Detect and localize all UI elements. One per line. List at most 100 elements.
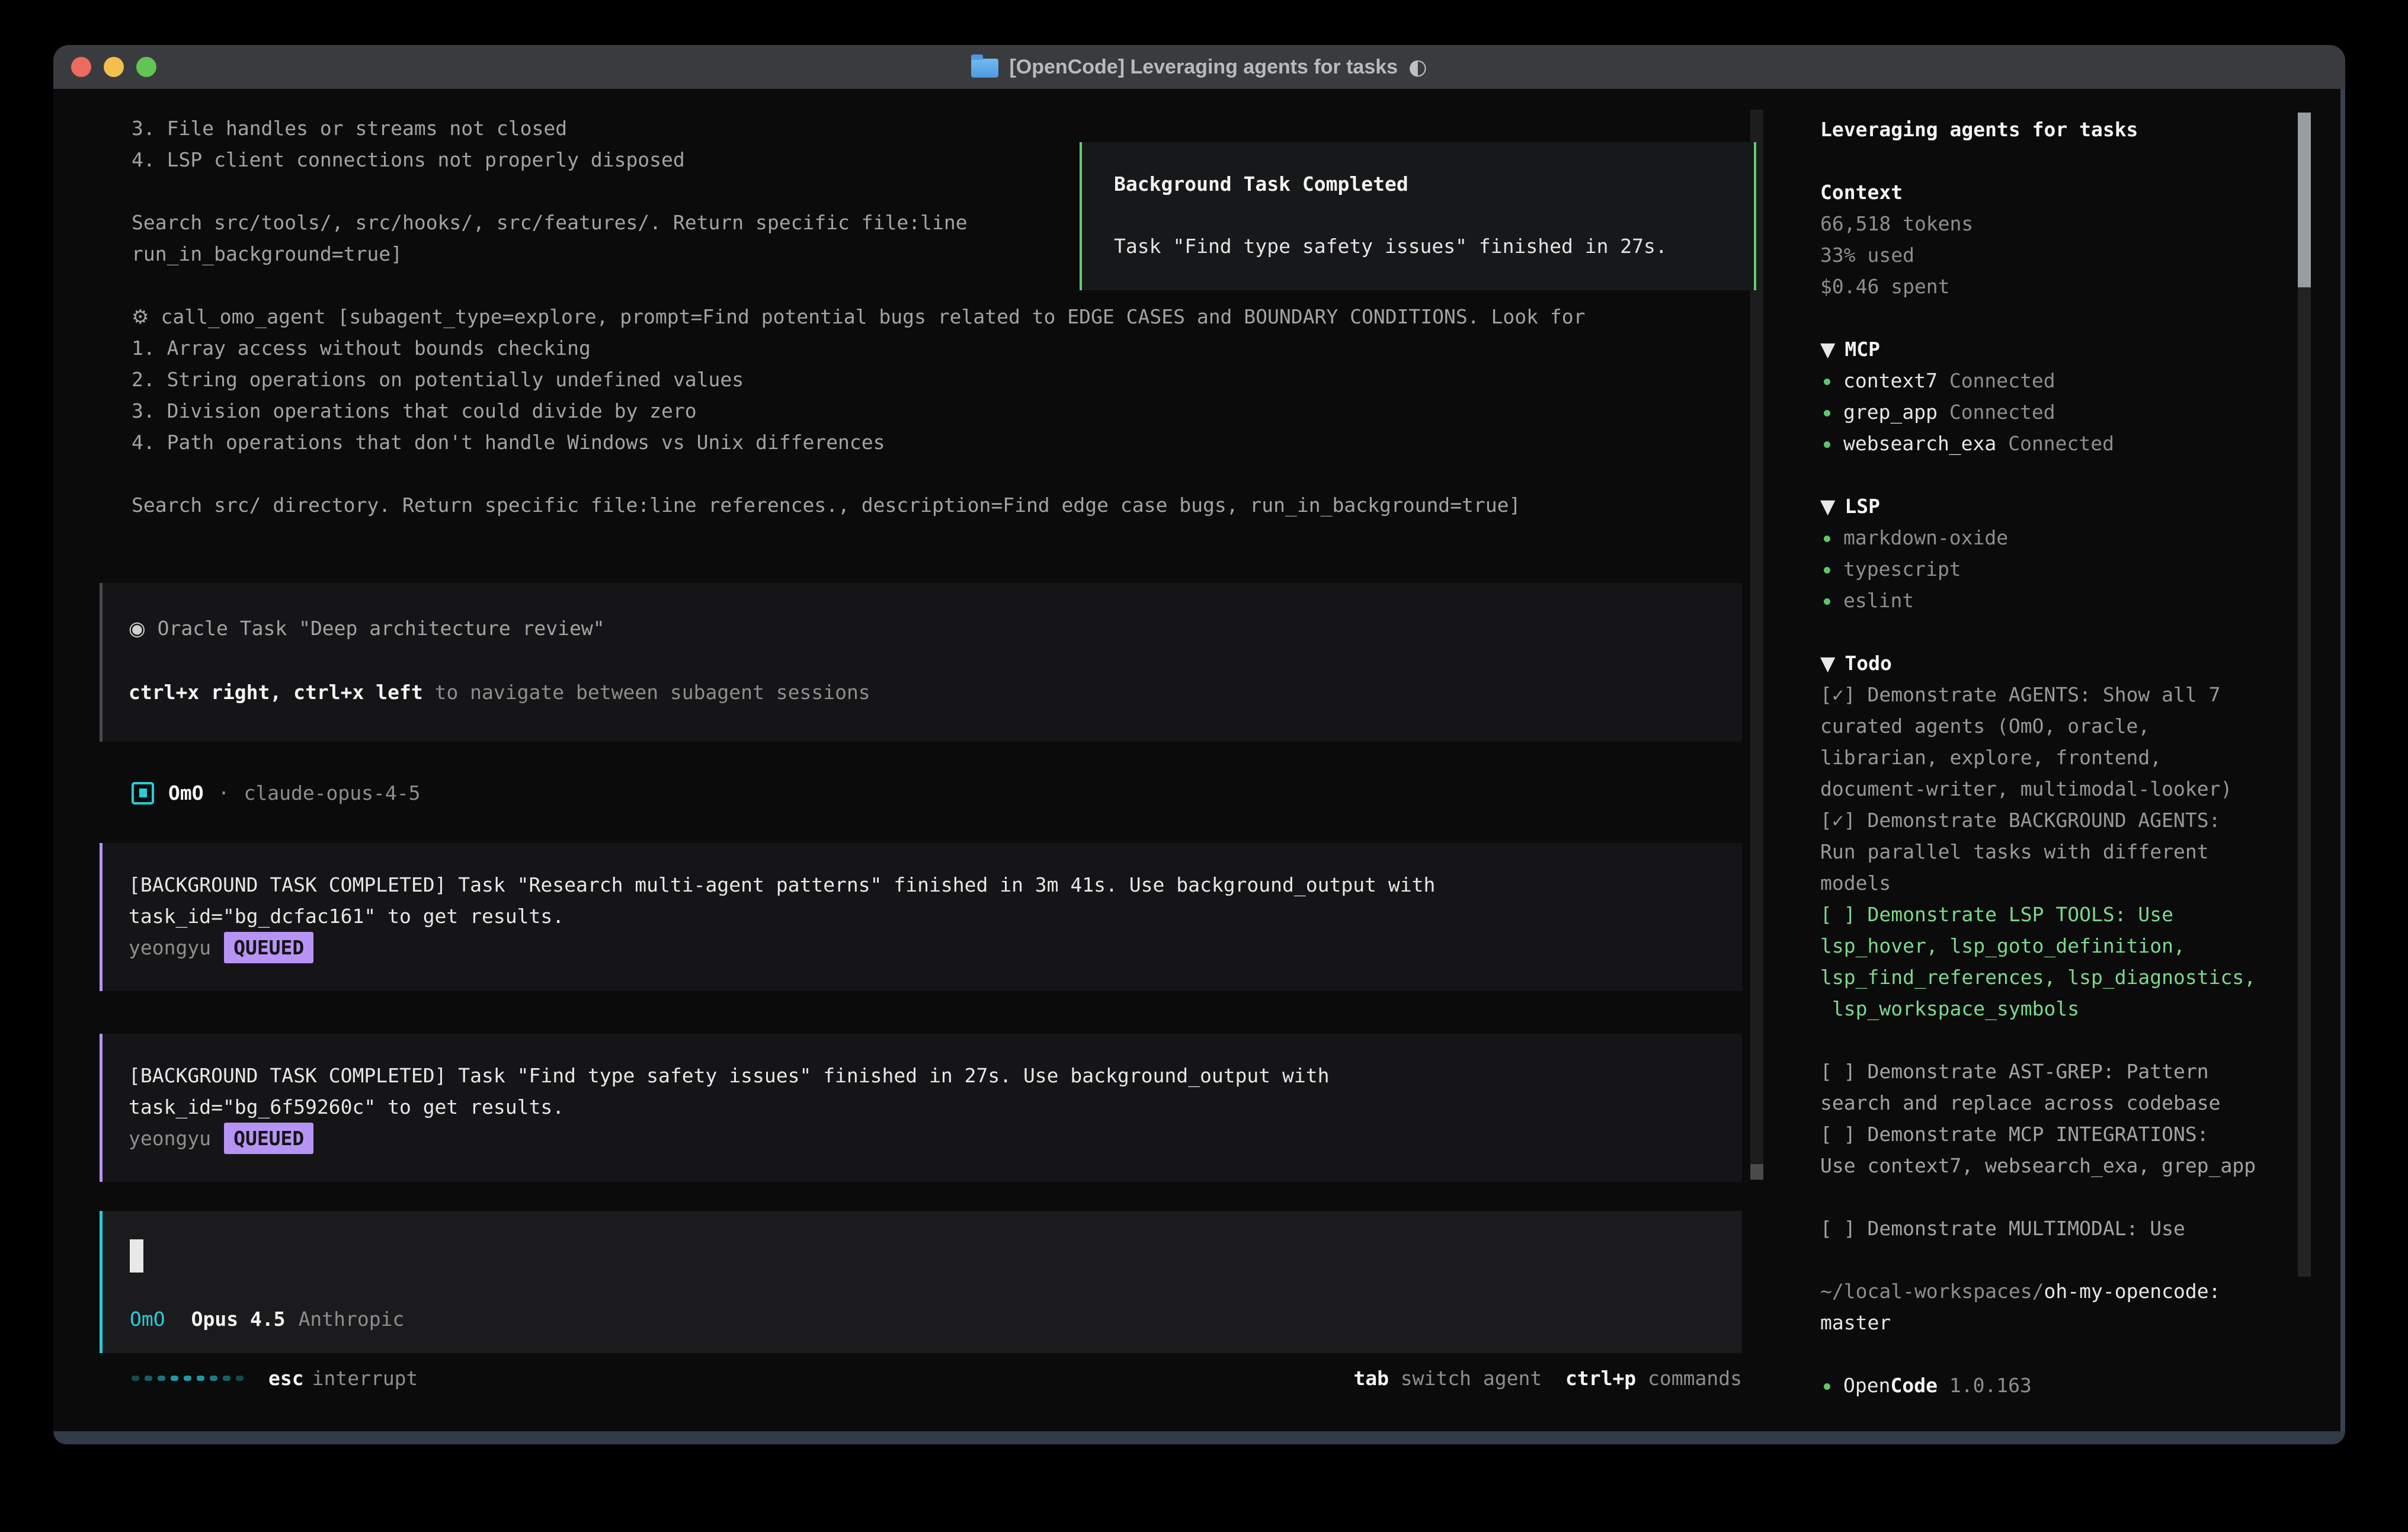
todo-checkbox: [ ] [1820,1217,1856,1240]
status-left: esc interrupt [132,1363,418,1394]
lsp-name: eslint [1843,589,1914,612]
spinner-icon [132,1376,244,1381]
app-version: 1.0.163 [1938,1374,2032,1397]
ctrlp-key-hint: ctrl+p [1565,1367,1636,1390]
todo-line: [ ] Demonstrate LSP TOOLS: Use [1820,899,2294,930]
oracle-task-title: ◉ Oracle Task "Deep architecture review" [129,613,1742,644]
task-message-line: task_id="bg_dcfac161" to get results. [129,900,1742,932]
todo-line: Run parallel tasks with different [1820,836,2294,867]
oracle-task-card: ◉ Oracle Task "Deep architecture review"… [100,583,1742,742]
active-agent-label: OmO [130,1303,165,1335]
agent-header: OmO · claude-opus-4-5 [132,777,421,809]
opencode-window: [OpenCode] Leveraging agents for tasks ◐… [53,45,2345,1444]
notification-title: Background Task Completed [1114,168,1754,200]
background-task-card: [BACKGROUND TASK COMPLETED] Task "Resear… [100,843,1742,991]
mcp-item: context7 Connected [1820,365,2294,396]
mcp-name: context7 [1843,369,1938,392]
todo-line: document-writer, multimodal-looker) [1820,773,2294,805]
workspace-repo: oh-my-opencode: [2044,1280,2221,1303]
task-message-line: [BACKGROUND TASK COMPLETED] Task "Resear… [129,869,1742,900]
tool-call-item: 2. String operations on potentially unde… [132,364,1742,395]
status-dot-icon [1824,379,1830,385]
lsp-item: eslint [1820,585,2294,616]
lsp-item: typescript [1820,553,2294,585]
task-message-line: task_id="bg_6f59260c" to get results. [129,1091,1742,1123]
scrollback-line: 3. File handles or streams not closed [132,113,1742,144]
status-dot-icon [1824,567,1830,573]
task-meta-row: yeongyuQUEUED [129,1123,1742,1154]
lsp-item: markdown-oxide [1820,522,2294,553]
task-user: yeongyu [129,936,211,959]
active-model-label: Opus 4.5 [191,1303,286,1335]
todo-line: librarian, explore, frontend, [1820,742,2294,773]
input-footer: OmO Opus 4.5 Anthropic [130,1303,404,1335]
session-sidebar: Leveraging agents for tasks Context 66,5… [1820,114,2294,1401]
esc-key-label: interrupt [312,1363,418,1394]
todo-checkbox: [ ] [1820,1123,1856,1146]
todo-line: [✓] Demonstrate BACKGROUND AGENTS: [1820,805,2294,836]
task-message-line: [BACKGROUND TASK COMPLETED] Task "Find t… [129,1060,1742,1091]
window-title: [OpenCode] Leveraging agents for tasks ◐ [53,45,2345,89]
tab-key-hint: tab [1353,1367,1389,1390]
context-tokens: 66,518 tokens [1820,208,2294,239]
mcp-name: websearch_exa [1843,432,1996,455]
app-name: Open [1843,1374,1890,1397]
message-scrollbar-thumb[interactable] [1750,1164,1763,1180]
sidebar-scrollbar-thumb[interactable] [2298,113,2311,287]
mcp-item: grep_app Connected [1820,396,2294,428]
status-dot-icon [1824,441,1830,448]
todo-section-header[interactable]: ▼Todo [1820,648,2294,679]
todo-line: models [1820,867,2294,899]
terminal-content: 3. File handles or streams not closed 4.… [53,89,2340,1431]
background-task-card: [BACKGROUND TASK COMPLETED] Task "Find t… [100,1034,1742,1182]
notification-body: Task "Find type safety issues" finished … [1114,230,1754,262]
sidebar-scrollbar[interactable] [2298,113,2311,1277]
window-bottom-edge [53,1431,2345,1444]
todo-line: [ ] Demonstrate AST-GREP: Pattern [1820,1056,2294,1087]
mcp-section-header[interactable]: ▼MCP [1820,334,2294,365]
todo-line: [ ] Demonstrate MCP INTEGRATIONS: [1820,1118,2294,1150]
chevron-down-icon: ▼ [1820,495,1835,518]
chevron-down-icon: ▼ [1820,652,1835,675]
window-right-edge [2340,89,2345,1431]
status-dot-icon [1824,536,1830,542]
todo-checkbox: [ ] [1820,903,1856,926]
lsp-section-header[interactable]: ▼LSP [1820,491,2294,522]
tool-call-tail: Search src/ directory. Return specific f… [132,489,1742,521]
mcp-status: Connected [1938,400,2055,424]
todo-line: [ ] Demonstrate MULTIMODAL: Use [1820,1213,2294,1244]
tool-call-text: call_omo_agent [subagent_type=explore, p… [161,305,1585,328]
tool-call-header: ⚙ call_omo_agent [subagent_type=explore,… [132,301,1742,332]
todo-line: curated agents (OmO, oracle, [1820,710,2294,742]
status-dot-icon [1824,1383,1830,1390]
workspace-path: ~/local-workspaces/oh-my-opencode: [1820,1275,2294,1307]
todo-line: lsp_hover, lsp_goto_definition, [1820,930,2294,961]
version-row: OpenCode 1.0.163 [1820,1370,2294,1401]
todo-line: lsp_find_references, lsp_diagnostics, [1820,961,2294,993]
tool-call-item: 3. Division operations that could divide… [132,395,1742,427]
workspace-path-prefix: ~/local-workspaces/ [1820,1280,2044,1303]
ctrlp-key-label: commands [1636,1367,1742,1390]
context-used: 33% used [1820,239,2294,271]
provider-label: Anthropic [299,1303,405,1335]
status-dot-icon [1824,598,1830,605]
todo-line: Use context7, websearch_exa, grep_app [1820,1150,2294,1181]
prompt-input[interactable]: OmO Opus 4.5 Anthropic [100,1211,1742,1353]
gear-icon: ⚙ [132,305,149,328]
folder-icon [971,59,998,78]
lsp-name: markdown-oxide [1843,526,2008,549]
context-spent: $0.46 spent [1820,271,2294,302]
context-heading: Context [1820,177,2294,208]
window-titlebar[interactable]: [OpenCode] Leveraging agents for tasks ◐ [53,45,2345,89]
task-meta-row: yeongyuQUEUED [129,932,1742,963]
agent-checkbox-icon [132,782,154,805]
tool-call-item: 4. Path operations that don't handle Win… [132,427,1742,458]
record-circle-icon: ◉ [129,617,146,640]
app-name-bold: Code [1890,1374,1937,1397]
todo-line: [✓] Demonstrate AGENTS: Show all 7 [1820,679,2294,710]
mcp-status: Connected [1938,369,2055,392]
text-cursor [130,1239,143,1273]
status-dot-icon [1824,410,1830,416]
half-circle-icon: ◐ [1408,55,1427,79]
toast-notification[interactable]: Background Task Completed Task "Find typ… [1080,142,1756,290]
